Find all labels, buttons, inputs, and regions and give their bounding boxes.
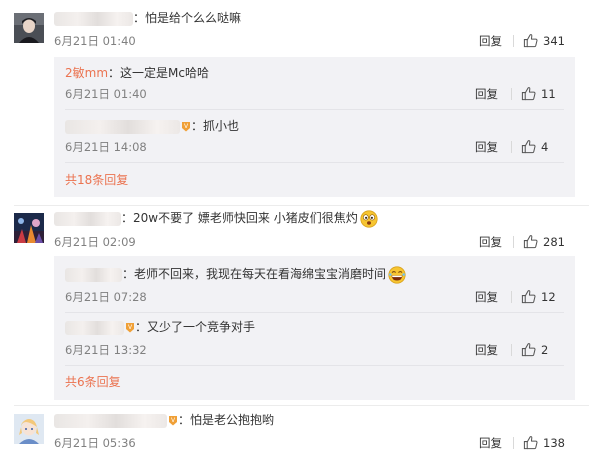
comment-time: 6月21日 05:36 [54,436,136,450]
reply-button[interactable]: 回复 [479,435,502,451]
blurred-username[interactable] [54,211,121,226]
reply-text: ：又少了一个竞争对手 [135,320,256,334]
reply-actions: 回复 2 [475,342,575,358]
thumbs-up-icon [521,342,536,357]
comment-actions: 回复 281 [479,234,589,250]
verified-badge-icon [181,121,191,132]
comment-actions: 回复 138 [479,435,589,451]
reply-divider [65,109,564,110]
reply-actions: 回复 4 [475,139,575,155]
reply-button[interactable]: 回复 [475,86,498,102]
reply-time: 6月21日 01:40 [65,87,147,101]
reply-text: ：抓小也 [191,119,240,133]
reply-text-line: 2敏mm：这一定是Mc哈哈 [65,64,209,82]
laughing-emoji-icon [388,266,406,284]
comment-actions: 回复 341 [479,33,589,49]
reply-text-line: ：又少了一个竞争对手 [65,318,255,336]
like-count: 12 [541,290,556,304]
divider [513,35,514,47]
reply-divider [65,162,564,163]
thumbs-up-icon [521,289,536,304]
comment-divider [14,205,589,206]
reply-divider [65,312,564,313]
comment-text: ：怕是给个么么哒嘛 [133,11,242,25]
avatar[interactable] [14,213,44,243]
like-count: 11 [541,87,556,101]
comment-text-line: ：20w不要了 嫖老师快回来 小猪皮们很焦灼 [54,209,378,227]
verified-badge-icon [125,322,135,333]
comment-time: 6月21日 01:40 [54,34,136,48]
reply-actions: 回复 12 [475,289,575,305]
like-count: 281 [543,235,565,249]
like-count: 341 [543,34,565,48]
thumbs-up-icon [523,33,538,48]
divider [511,141,512,153]
reply-time: 6月21日 14:08 [65,140,147,154]
divider [511,88,512,100]
reply-username[interactable]: 2敏mm [65,66,108,80]
reply-button[interactable]: 回复 [479,33,502,49]
like-count: 138 [543,436,565,450]
reply-text-line: ：老师不回来，我现在每天在看海绵宝宝消磨时间 [65,265,406,283]
reply-text-line: ：抓小也 [65,117,239,135]
verified-badge-icon [168,415,178,426]
blurred-username[interactable] [65,267,122,282]
reply-text: ：老师不回来，我现在每天在看海绵宝宝消磨时间 [122,267,387,281]
like-count: 4 [541,140,549,154]
blurred-username[interactable] [54,11,133,26]
thumbs-up-icon [521,86,536,101]
divider [513,236,514,248]
reply-button[interactable]: 回复 [479,234,502,250]
comment-time: 6月21日 02:09 [54,235,136,249]
comment-text-line: ：怕是老公抱抱哟 [54,411,274,429]
comment-text: ：20w不要了 嫖老师快回来 小猪皮们很焦灼 [121,211,358,225]
divider [513,437,514,449]
blurred-username[interactable] [65,320,124,335]
reply-button[interactable]: 回复 [475,342,498,358]
reply-divider [65,365,564,366]
reply-list: ：老师不回来，我现在每天在看海绵宝宝消磨时间 6月21日 07:28 回复 12… [54,256,575,400]
more-replies-link[interactable]: 共18条回复 [65,172,128,188]
more-replies-link[interactable]: 共6条回复 [65,374,121,390]
reply-button[interactable]: 回复 [475,289,498,305]
blurred-username[interactable] [54,413,167,428]
reply-actions: 回复 11 [475,86,575,102]
reply-list: 2敏mm：这一定是Mc哈哈 6月21日 01:40 回复 11 ：抓小也 6月2… [54,57,575,197]
like-count: 2 [541,343,549,357]
reply-text: ：这一定是Mc哈哈 [108,66,209,80]
reply-button[interactable]: 回复 [475,139,498,155]
divider [511,344,512,356]
reply-time: 6月21日 07:28 [65,290,147,304]
comment-text: ：怕是老公抱抱哟 [178,413,275,427]
comment-divider [14,405,589,406]
thumbs-up-icon [523,234,538,249]
avatar[interactable] [14,414,44,444]
avatar[interactable] [14,13,44,43]
thumbs-up-icon [523,435,538,450]
blurred-username[interactable] [65,119,180,134]
grimace-emoji-icon [360,210,378,228]
comment-text-line: ：怕是给个么么哒嘛 [54,9,241,27]
thumbs-up-icon [521,139,536,154]
reply-time: 6月21日 13:32 [65,343,147,357]
divider [511,291,512,303]
